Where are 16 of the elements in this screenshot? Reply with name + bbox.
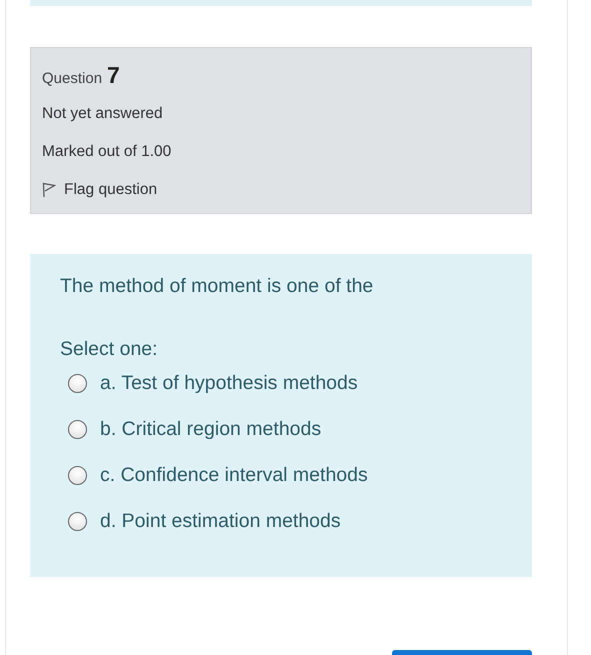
question-state: Not yet answered	[42, 104, 164, 124]
flag-question-link[interactable]: Flag question	[42, 176, 520, 204]
radio-button[interactable]	[68, 374, 87, 392]
radio-button[interactable]	[68, 420, 87, 438]
option-label[interactable]: a. Test of hypothesis methods	[100, 372, 358, 394]
question-label: Question	[42, 70, 102, 87]
option-label[interactable]: d. Point estimation methods	[100, 510, 341, 532]
question-marks: Marked out of 1.00	[42, 142, 172, 162]
radio-button[interactable]	[68, 512, 87, 530]
flag-icon	[42, 182, 56, 198]
option-label[interactable]: c. Confidence interval methods	[100, 464, 368, 486]
select-prompt: Select one:	[60, 338, 159, 361]
radio-button[interactable]	[68, 466, 87, 484]
question-text: The method of moment is one of the	[60, 275, 374, 298]
question-number: 7	[107, 62, 120, 89]
option-label[interactable]: b. Critical region methods	[100, 418, 322, 440]
